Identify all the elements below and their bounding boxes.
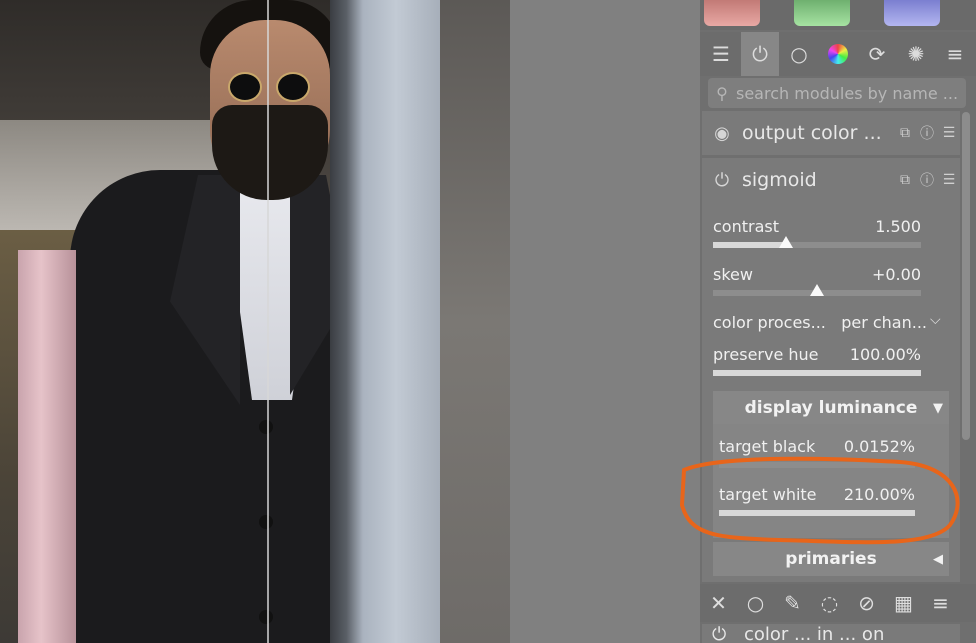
presets-menu-icon[interactable]: ☰ [938,172,960,188]
presets-menu-icon[interactable]: ☰ [938,125,960,141]
search-field[interactable]: ⚲ search modules by name ... [708,78,966,108]
skew-value: +0.00 [871,265,921,284]
red-channel-thumb[interactable] [704,0,760,26]
target-black-track[interactable] [719,462,915,468]
module-name: color ... in ... on [743,624,885,643]
module-toolbar: ✕ ○ ✎ ◌ ⊘ ▦ ≡ [700,584,976,622]
search-input[interactable]: search modules by name ... [736,84,958,103]
module-group-tabs: ☰ ⏻ ○ ⟳ ✺ ≡ [700,32,976,76]
contrast-fill [713,242,786,248]
contrast-handle[interactable] [778,236,793,248]
skew-track[interactable] [713,284,921,296]
expand-arrow-icon[interactable]: ◀ [933,552,943,567]
close-icon[interactable]: ✕ [700,591,737,615]
target-white-fill [719,510,915,516]
sigmoid-module-body: contrast 1.500 skew +0.00 color proces..… [702,200,960,582]
target-white-track[interactable] [719,510,915,516]
histogram-strip [700,0,976,30]
module-enabled-icon[interactable]: ◉ [702,123,742,144]
collapse-arrow-icon[interactable]: ▼ [933,401,943,416]
refresh-circle-icon[interactable]: ⟳ [858,32,896,76]
primaries-title: primaries [785,549,877,569]
color-wheel-icon[interactable] [819,32,857,76]
skew-label: skew [713,265,753,284]
preserve-hue-fill [713,370,921,376]
module-header-output-color[interactable]: ◉ output color ... ⧉ ⓘ ☰ [702,111,960,155]
target-black-value: 0.0152% [843,437,915,456]
display-luminance-title: display luminance [744,398,918,418]
module-name: output color ... [742,122,882,144]
reset-icon[interactable]: ⓘ [916,123,938,143]
contrast-value: 1.500 [875,217,921,236]
module-header-next[interactable]: ⏻ color ... in ... on [702,624,960,643]
color-processing-label: color proces... [713,313,826,332]
drawn-parametric-mask-icon[interactable]: ◌ [811,591,848,615]
circle-icon[interactable]: ○ [780,32,818,76]
palette-icon[interactable]: ✺ [897,32,935,76]
right-panel: ☰ ⏻ ○ ⟳ ✺ ≡ ⚲ search modules by name ...… [700,0,976,643]
reset-icon[interactable]: ⓘ [916,170,938,190]
eyedropper-icon[interactable]: ⊘ [848,591,885,615]
preserve-hue-label: preserve hue [713,345,819,364]
skew-handle[interactable] [810,284,824,296]
preserve-hue-track[interactable] [713,370,921,376]
module-header-sigmoid[interactable]: ⏻ sigmoid ⧉ ⓘ ☰ [702,158,960,202]
sliders-icon[interactable]: ☰ [702,32,740,76]
display-luminance-section-header[interactable]: display luminance ▼ [713,391,949,425]
color-processing-value: per chan... [841,313,927,332]
guide-line[interactable] [267,0,269,643]
image-viewport[interactable] [0,0,700,643]
menu-icon[interactable]: ≡ [922,591,959,615]
power-icon[interactable]: ⏻ [702,170,742,191]
pencil-icon[interactable]: ✎ [774,591,811,615]
target-white-label: target white [719,485,817,504]
photo-preview [0,0,510,643]
search-icon: ⚲ [716,83,728,103]
target-black-label: target black [719,437,816,456]
multi-instance-icon[interactable]: ⧉ [894,125,916,141]
menu-icon[interactable]: ≡ [936,32,974,76]
multi-instance-icon[interactable]: ⧉ [894,172,916,188]
contrast-label: contrast [713,217,779,236]
power-icon[interactable]: ⏻ [741,32,779,76]
chevron-down-icon[interactable]: ⌵ [930,312,941,328]
primaries-section-header[interactable]: primaries ◀ [713,542,949,576]
target-white-value: 210.00% [843,485,915,504]
module-name: sigmoid [742,169,817,191]
panel-scrollbar[interactable] [962,112,970,440]
raster-mask-icon[interactable]: ▦ [885,591,922,615]
contrast-track[interactable] [713,236,921,248]
green-channel-thumb[interactable] [794,0,850,26]
preserve-hue-value: 100.00% [849,345,921,364]
circle-mask-icon[interactable]: ○ [737,591,774,615]
blue-channel-thumb[interactable] [884,0,940,26]
display-luminance-body: target black 0.0152% target white 210.00… [713,424,949,538]
power-icon[interactable]: ⏻ [702,624,726,643]
